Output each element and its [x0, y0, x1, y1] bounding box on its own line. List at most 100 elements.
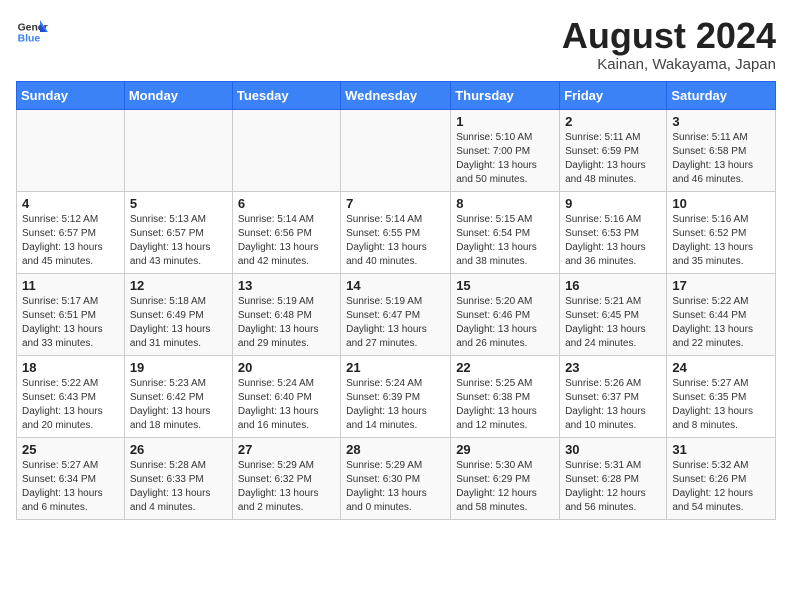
day-cell: 28 Sunrise: 5:29 AM Sunset: 6:30 PM Dayli…: [341, 437, 451, 519]
logo-icon: General Blue: [16, 16, 48, 48]
day-number: 5: [130, 196, 227, 211]
day-cell: 24 Sunrise: 5:27 AM Sunset: 6:35 PM Dayli…: [667, 355, 776, 437]
day-info: Sunrise: 5:19 AM Sunset: 6:47 PM Dayligh…: [346, 295, 445, 351]
day-info: Sunrise: 5:12 AM Sunset: 6:57 PM Dayligh…: [22, 213, 119, 269]
day-cell: 14 Sunrise: 5:19 AM Sunset: 6:47 PM Dayli…: [341, 273, 451, 355]
day-info: Sunrise: 5:27 AM Sunset: 6:35 PM Dayligh…: [672, 377, 770, 433]
day-cell: 11 Sunrise: 5:17 AM Sunset: 6:51 PM Dayli…: [17, 273, 125, 355]
week-row-1: 1 Sunrise: 5:10 AM Sunset: 7:00 PM Daylig…: [17, 109, 776, 191]
header-monday: Monday: [124, 81, 232, 109]
day-info: Sunrise: 5:18 AM Sunset: 6:49 PM Dayligh…: [130, 295, 227, 351]
header-sunday: Sunday: [17, 81, 125, 109]
header-tuesday: Tuesday: [232, 81, 340, 109]
day-number: 12: [130, 278, 227, 293]
day-number: 3: [672, 114, 770, 129]
day-cell: 6 Sunrise: 5:14 AM Sunset: 6:56 PM Daylig…: [232, 191, 340, 273]
day-number: 20: [238, 360, 335, 375]
day-cell: 13 Sunrise: 5:19 AM Sunset: 6:48 PM Dayli…: [232, 273, 340, 355]
day-number: 2: [565, 114, 661, 129]
day-cell: 5 Sunrise: 5:13 AM Sunset: 6:57 PM Daylig…: [124, 191, 232, 273]
day-number: 1: [456, 114, 554, 129]
day-info: Sunrise: 5:11 AM Sunset: 6:58 PM Dayligh…: [672, 131, 770, 187]
title-area: August 2024 Kainan, Wakayama, Japan: [562, 16, 776, 73]
day-info: Sunrise: 5:24 AM Sunset: 6:39 PM Dayligh…: [346, 377, 445, 433]
day-number: 24: [672, 360, 770, 375]
day-info: Sunrise: 5:26 AM Sunset: 6:37 PM Dayligh…: [565, 377, 661, 433]
day-info: Sunrise: 5:23 AM Sunset: 6:42 PM Dayligh…: [130, 377, 227, 433]
week-row-5: 25 Sunrise: 5:27 AM Sunset: 6:34 PM Dayli…: [17, 437, 776, 519]
day-cell: 7Sunrise: 5:14 AM Sunset: 6:55 PM Daylig…: [341, 191, 451, 273]
day-info: Sunrise: 5:31 AM Sunset: 6:28 PM Dayligh…: [565, 459, 661, 515]
calendar-header: SundayMondayTuesdayWednesdayThursdayFrid…: [17, 81, 776, 109]
day-number: 26: [130, 442, 227, 457]
day-number: 30: [565, 442, 661, 457]
day-info: Sunrise: 5:10 AM Sunset: 7:00 PM Dayligh…: [456, 131, 554, 187]
day-info: Sunrise: 5:30 AM Sunset: 6:29 PM Dayligh…: [456, 459, 554, 515]
day-number: 18: [22, 360, 119, 375]
day-number: 6: [238, 196, 335, 211]
day-cell: [124, 109, 232, 191]
day-info: Sunrise: 5:22 AM Sunset: 6:43 PM Dayligh…: [22, 377, 119, 433]
day-info: Sunrise: 5:13 AM Sunset: 6:57 PM Dayligh…: [130, 213, 227, 269]
day-number: 15: [456, 278, 554, 293]
day-cell: 31Sunrise: 5:32 AM Sunset: 6:26 PM Dayli…: [667, 437, 776, 519]
day-cell: 9Sunrise: 5:16 AM Sunset: 6:53 PM Daylig…: [560, 191, 667, 273]
week-row-3: 11 Sunrise: 5:17 AM Sunset: 6:51 PM Dayli…: [17, 273, 776, 355]
calendar-body: 1 Sunrise: 5:10 AM Sunset: 7:00 PM Daylig…: [17, 109, 776, 519]
day-cell: 8 Sunrise: 5:15 AM Sunset: 6:54 PM Daylig…: [451, 191, 560, 273]
day-number: 7: [346, 196, 445, 211]
subtitle: Kainan, Wakayama, Japan: [562, 56, 776, 73]
day-number: 4: [22, 196, 119, 211]
day-info: Sunrise: 5:32 AM Sunset: 6:26 PM Dayligh…: [672, 459, 770, 515]
day-number: 28: [346, 442, 445, 457]
day-number: 17: [672, 278, 770, 293]
day-cell: 17Sunrise: 5:22 AM Sunset: 6:44 PM Dayli…: [667, 273, 776, 355]
day-cell: 3 Sunrise: 5:11 AM Sunset: 6:58 PM Daylig…: [667, 109, 776, 191]
day-cell: 15 Sunrise: 5:20 AM Sunset: 6:46 PM Dayli…: [451, 273, 560, 355]
day-cell: 18 Sunrise: 5:22 AM Sunset: 6:43 PM Dayli…: [17, 355, 125, 437]
day-info: Sunrise: 5:28 AM Sunset: 6:33 PM Dayligh…: [130, 459, 227, 515]
month-title: August 2024: [562, 16, 776, 56]
day-info: Sunrise: 5:15 AM Sunset: 6:54 PM Dayligh…: [456, 213, 554, 269]
day-cell: 20 Sunrise: 5:24 AM Sunset: 6:40 PM Dayli…: [232, 355, 340, 437]
day-info: Sunrise: 5:17 AM Sunset: 6:51 PM Dayligh…: [22, 295, 119, 351]
day-cell: [232, 109, 340, 191]
header-thursday: Thursday: [451, 81, 560, 109]
day-number: 10: [672, 196, 770, 211]
day-cell: 25 Sunrise: 5:27 AM Sunset: 6:34 PM Dayli…: [17, 437, 125, 519]
day-cell: 23 Sunrise: 5:26 AM Sunset: 6:37 PM Dayli…: [560, 355, 667, 437]
day-cell: 21 Sunrise: 5:24 AM Sunset: 6:39 PM Dayli…: [341, 355, 451, 437]
day-cell: [17, 109, 125, 191]
day-number: 14: [346, 278, 445, 293]
day-info: Sunrise: 5:21 AM Sunset: 6:45 PM Dayligh…: [565, 295, 661, 351]
logo: General Blue: [16, 16, 48, 48]
header-friday: Friday: [560, 81, 667, 109]
day-number: 21: [346, 360, 445, 375]
day-cell: 2Sunrise: 5:11 AM Sunset: 6:59 PM Daylig…: [560, 109, 667, 191]
day-info: Sunrise: 5:27 AM Sunset: 6:34 PM Dayligh…: [22, 459, 119, 515]
day-cell: 4 Sunrise: 5:12 AM Sunset: 6:57 PM Daylig…: [17, 191, 125, 273]
day-info: Sunrise: 5:24 AM Sunset: 6:40 PM Dayligh…: [238, 377, 335, 433]
day-info: Sunrise: 5:29 AM Sunset: 6:32 PM Dayligh…: [238, 459, 335, 515]
day-cell: 22Sunrise: 5:25 AM Sunset: 6:38 PM Dayli…: [451, 355, 560, 437]
day-number: 23: [565, 360, 661, 375]
day-cell: 26 Sunrise: 5:28 AM Sunset: 6:33 PM Dayli…: [124, 437, 232, 519]
day-info: Sunrise: 5:14 AM Sunset: 6:56 PM Dayligh…: [238, 213, 335, 269]
day-info: Sunrise: 5:29 AM Sunset: 6:30 PM Dayligh…: [346, 459, 445, 515]
day-info: Sunrise: 5:16 AM Sunset: 6:52 PM Dayligh…: [672, 213, 770, 269]
svg-text:Blue: Blue: [18, 34, 41, 45]
day-number: 8: [456, 196, 554, 211]
day-cell: 27 Sunrise: 5:29 AM Sunset: 6:32 PM Dayli…: [232, 437, 340, 519]
header-row: SundayMondayTuesdayWednesdayThursdayFrid…: [17, 81, 776, 109]
day-number: 27: [238, 442, 335, 457]
week-row-4: 18 Sunrise: 5:22 AM Sunset: 6:43 PM Dayli…: [17, 355, 776, 437]
day-number: 13: [238, 278, 335, 293]
day-number: 25: [22, 442, 119, 457]
header-wednesday: Wednesday: [341, 81, 451, 109]
day-number: 11: [22, 278, 119, 293]
day-number: 16: [565, 278, 661, 293]
day-info: Sunrise: 5:19 AM Sunset: 6:48 PM Dayligh…: [238, 295, 335, 351]
day-number: 29: [456, 442, 554, 457]
header: General Blue August 2024 Kainan, Wakayam…: [16, 16, 776, 73]
day-info: Sunrise: 5:20 AM Sunset: 6:46 PM Dayligh…: [456, 295, 554, 351]
